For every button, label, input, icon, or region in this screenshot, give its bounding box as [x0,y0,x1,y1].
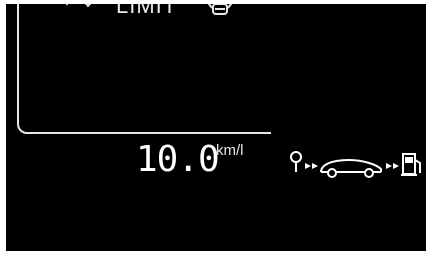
check-icon [85,4,92,8]
limit-label: LIMIT [116,4,178,18]
car-lamp-icon [207,4,233,15]
chevron-icon [65,4,69,6]
arrow-icon [305,163,318,169]
info-panel-frame [17,4,271,134]
top-status-icons [60,4,98,14]
fuel-pump-icon [401,153,421,176]
energy-flow-indicator [290,151,421,178]
fuel-consumption-value: 10.0 [136,139,220,180]
car-icon [320,158,382,178]
arrow-icon [386,163,399,169]
engine-icon [290,151,302,172]
instrument-display: LIMIT 10.0 km/l [6,4,426,251]
fuel-consumption-unit: km/l [216,142,244,159]
